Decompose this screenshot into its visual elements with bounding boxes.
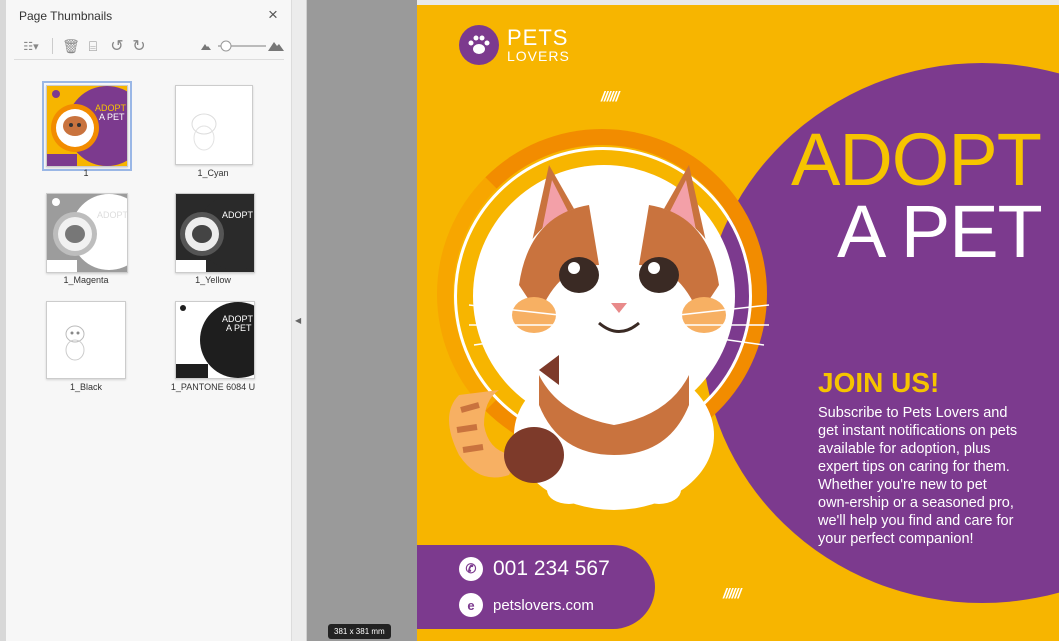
zoom-out-icon[interactable] [200, 36, 212, 56]
delete-icon[interactable]: 🗑 [62, 36, 80, 56]
canvas-background [307, 0, 417, 641]
headline-adopt: ADOPT [791, 118, 1042, 201]
thumbnail-page-1[interactable]: ADOPT A PET [42, 81, 132, 171]
svg-text:ADOPT: ADOPT [222, 210, 254, 220]
website: petslovers.com [493, 596, 594, 614]
close-icon[interactable]: × [268, 5, 278, 25]
hash-decoration: ////// [601, 88, 619, 104]
insert-page-icon[interactable]: ⌸ [84, 36, 102, 56]
thumbnail-yellow[interactable]: ADOPT [175, 193, 255, 273]
phone-number: 001 234 567 [493, 557, 610, 580]
page-dimensions-label: 381 x 381 mm [328, 624, 391, 639]
pets-lovers-logo: PETS LOVERS [459, 25, 570, 65]
phone-icon: ✆ [459, 557, 483, 581]
collapse-arrow-icon[interactable]: ◀ [295, 316, 301, 325]
cat-illustration [449, 165, 770, 510]
thumbnail-label: 1_PANTONE 6084 U [170, 382, 256, 392]
thumbnail-cyan[interactable] [175, 85, 253, 165]
promo-paragraph: Subscribe to Pets Lovers and get instant… [818, 405, 1018, 547]
thumbnail-label: 1_Magenta [63, 275, 109, 285]
rotate-right-icon[interactable]: ↻ [130, 36, 148, 56]
thumbnail-label: 1_Cyan [197, 168, 229, 178]
brand-subname: LOVERS [507, 48, 570, 64]
thumbnail-label: 1_Black [69, 382, 103, 392]
svg-text:A PET: A PET [99, 112, 125, 122]
panel-splitter[interactable]: ◀ [292, 0, 307, 641]
join-us-heading: JOIN US! [818, 367, 940, 398]
thumbnail-label: 1 [83, 168, 89, 178]
options-menu-icon[interactable]: ☷▾ [18, 36, 44, 56]
brand-name: PETS [507, 25, 569, 50]
hash-decoration: ////// [723, 585, 741, 601]
contact-panel: ✆ 001 234 567 e petslovers.com [417, 545, 655, 629]
paw-icon [459, 25, 499, 65]
toolbar-divider [52, 38, 53, 54]
rotate-left-icon[interactable]: ↺ [108, 36, 126, 56]
poster-page: PETS LOVERS ////// ////// ADOPT A PET JO [417, 5, 1059, 641]
thumbnail-label: 1_Yellow [195, 275, 231, 285]
svg-text:ADOPT: ADOPT [97, 210, 127, 220]
thumbnail-pantone[interactable]: ADOPT A PET [175, 301, 255, 379]
thumbnail-size-slider[interactable] [216, 36, 268, 56]
svg-text:A PET: A PET [226, 323, 252, 333]
page-thumbnails-panel: Page Thumbnails × ☷▾ 🗑 ⌸ ↺ ↻ ADOPT A PET [6, 0, 292, 641]
headline-a-pet: A PET [837, 190, 1043, 273]
thumbnail-magenta[interactable]: ADOPT [46, 193, 128, 273]
thumbnail-black[interactable] [46, 301, 126, 379]
panel-title: Page Thumbnails [19, 9, 113, 23]
web-icon: e [459, 593, 483, 617]
thumbnail-toolbar: ☷▾ 🗑 ⌸ ↺ ↻ [14, 33, 284, 60]
zoom-in-icon[interactable] [268, 36, 284, 56]
